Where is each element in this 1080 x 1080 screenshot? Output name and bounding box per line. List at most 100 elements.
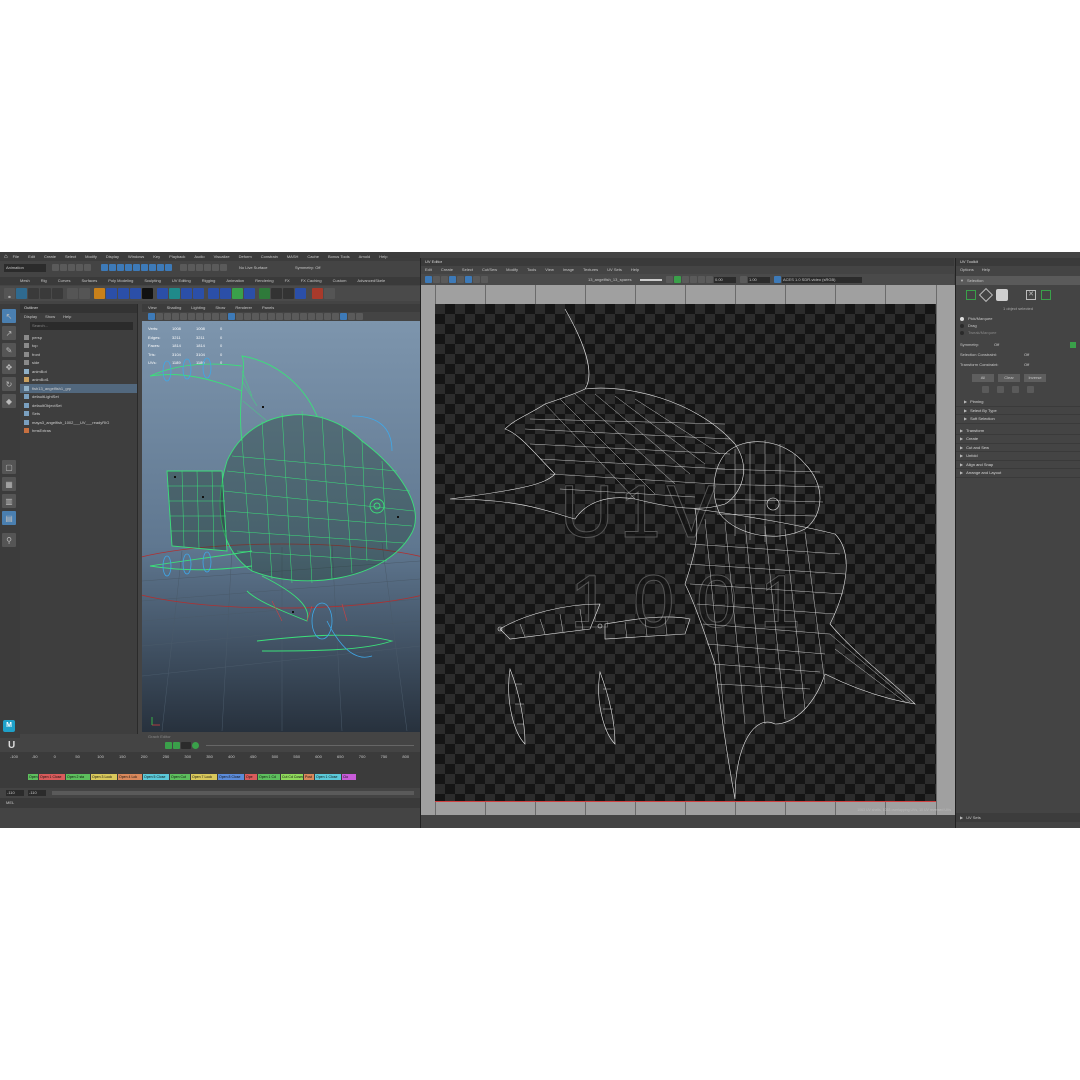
select-component-icon[interactable] [117, 264, 124, 271]
lights-icon[interactable] [268, 313, 275, 320]
shelf-tab-mesh[interactable]: Mesh [20, 279, 30, 283]
shelf-ikfk-icon[interactable] [283, 288, 294, 299]
viewport-menu-renderer[interactable]: Renderer [235, 306, 252, 310]
uv-toolkit-section[interactable]: ▶ Select By Type [956, 407, 1080, 415]
uv-menu-uv-sets[interactable]: UV Sets [607, 268, 622, 272]
snap-point-icon[interactable] [196, 264, 203, 271]
shelf-mr-icon[interactable] [271, 288, 282, 299]
select-all-button[interactable]: All [972, 374, 994, 382]
uv-color-icon[interactable] [674, 276, 681, 283]
resolution-gate-icon[interactable] [196, 313, 203, 320]
shelf-teal-icon[interactable] [169, 288, 180, 299]
outliner-item[interactable]: defaultLightSet [20, 393, 137, 402]
gamma-icon[interactable] [340, 313, 347, 320]
uv-menu-create[interactable]: Create [441, 268, 453, 272]
mask-3-icon[interactable] [141, 264, 148, 271]
transform-constraint-value[interactable]: Off [1024, 363, 1029, 367]
colorspace-select[interactable]: ACES 1.0 SDR-video (sRGB) [782, 276, 862, 283]
shelf-blue-6-icon[interactable] [244, 288, 255, 299]
menu-create[interactable]: Create [44, 254, 56, 259]
uv-menu-modify[interactable]: Modify [506, 268, 518, 272]
film-gate-icon[interactable] [188, 313, 195, 320]
mode-select[interactable]: Animation [4, 263, 46, 272]
field-chart-icon[interactable] [212, 313, 219, 320]
redo-icon[interactable] [84, 264, 91, 271]
textured-icon[interactable] [260, 313, 267, 320]
shelf-blue-5-icon[interactable] [220, 288, 231, 299]
shelf-tab-fx-caching[interactable]: FX Caching [301, 279, 322, 283]
shelf-weight-icon[interactable] [67, 288, 78, 299]
shelf-blue-3-icon[interactable] [193, 288, 204, 299]
uv-distortion-icon[interactable] [473, 276, 480, 283]
isolate-icon[interactable] [308, 313, 315, 320]
select-tool-icon[interactable]: ↖ [2, 309, 16, 323]
ao-icon[interactable] [284, 313, 291, 320]
shelf-tab-advancedskele[interactable]: AdvancedSkele [357, 279, 385, 283]
uv-toolkit-section[interactable]: ▶ Create [956, 435, 1080, 444]
uv-grid-icon[interactable] [449, 276, 456, 283]
outliner-item[interactable]: animBot [20, 367, 137, 376]
menu-key[interactable]: Key [153, 254, 160, 259]
uv-menu-image[interactable]: Image [563, 268, 574, 272]
timeline-key-label[interactable]: Open 1 Close [315, 774, 341, 780]
smooth-shade-icon[interactable] [236, 313, 243, 320]
shelf-tab-uv-editing[interactable]: UV Editing [172, 279, 191, 283]
dof-icon[interactable] [300, 313, 307, 320]
uv-toolkit-section[interactable]: ▶ Cut and Sew [956, 444, 1080, 452]
ring-icon[interactable] [1027, 385, 1034, 393]
uv-shaded-icon[interactable] [457, 276, 464, 283]
key-field[interactable] [181, 741, 192, 749]
rotate-tool-icon[interactable]: ↻ [2, 377, 16, 391]
shelf-tab-fx[interactable]: FX [285, 279, 290, 283]
viewport-3d[interactable]: Verts: 1008 1008 0 Edges: 3211 3211 0 Faces: 1814… [142, 321, 420, 732]
exposure-field[interactable]: 0.00 [714, 276, 736, 283]
uv-menu-view[interactable]: View [545, 268, 554, 272]
shelf-ctrl-icon[interactable] [16, 288, 27, 299]
menu-windows[interactable]: Windows [128, 254, 144, 259]
face-mode-icon[interactable] [996, 289, 1008, 301]
snap-plane-icon[interactable] [204, 264, 211, 271]
outliner-item[interactable]: front [20, 350, 137, 359]
menu-cache[interactable]: Cache [307, 254, 319, 259]
outliner-item[interactable]: maya3_angelfish_1002___UV___readyRIG [20, 418, 137, 427]
snap-live-icon[interactable] [220, 264, 227, 271]
uv-menu-select[interactable]: Select [462, 268, 473, 272]
default-material-icon[interactable] [244, 313, 251, 320]
shelf-tab-sculpting[interactable]: Sculpting [144, 279, 160, 283]
selection-radio-option[interactable]: Pick/Marquee [960, 315, 1080, 322]
vertex-mode-icon[interactable] [966, 290, 976, 300]
outliner-item[interactable]: side [20, 359, 137, 368]
symmetry-toggle-icon[interactable] [1070, 342, 1076, 348]
end-frame-field[interactable]: -110 [28, 790, 46, 796]
shelf-tab-custom[interactable]: Custom [333, 279, 347, 283]
shelf-blue-1-icon[interactable] [157, 288, 168, 299]
scale-tool-icon[interactable]: ◆ [2, 394, 16, 408]
uv-menu-help[interactable]: Help [631, 268, 639, 272]
camera-attr-icon[interactable] [156, 313, 163, 320]
shelf-ctrl-c-icon[interactable] [130, 288, 141, 299]
menu-arnold[interactable]: Arnold [359, 254, 371, 259]
menu-select[interactable]: Select [65, 254, 76, 259]
timeline-key-label[interactable]: Open 2 sta [66, 774, 90, 780]
menu-audio[interactable]: Audio [194, 254, 204, 259]
uv-mode-icon[interactable] [1041, 290, 1051, 300]
shelf-blue-4-icon[interactable] [208, 288, 219, 299]
shelf-joint-icon[interactable] [52, 288, 63, 299]
camera-icon[interactable] [148, 313, 155, 320]
menu-edit[interactable]: Edit [28, 254, 35, 259]
uv-gamma-icon[interactable] [740, 276, 747, 283]
selection-radio-option[interactable]: Drag [960, 322, 1080, 329]
shelf-tab-animation[interactable]: Animation [226, 279, 244, 283]
shelf-tab-rig[interactable]: Rig [41, 279, 47, 283]
snap-curve-icon[interactable] [188, 264, 195, 271]
loop-icon[interactable] [1012, 385, 1019, 393]
uv-toolkit-section[interactable]: ▶ Arrange and Layout [956, 469, 1080, 478]
uv-toolkit-section[interactable]: ▶ Unfold [956, 452, 1080, 461]
uv-menu-cut-sew[interactable]: Cut/Sew [482, 268, 497, 272]
viewport-menu-show[interactable]: Show [215, 306, 225, 310]
grow-icon[interactable] [982, 385, 989, 393]
uv-toolkit-section[interactable]: ▶ Soft Selection [956, 415, 1080, 424]
mask-4-icon[interactable] [149, 264, 156, 271]
paint-select-icon[interactable]: ✎ [2, 343, 16, 357]
outliner-item[interactable]: Sets [20, 410, 137, 419]
